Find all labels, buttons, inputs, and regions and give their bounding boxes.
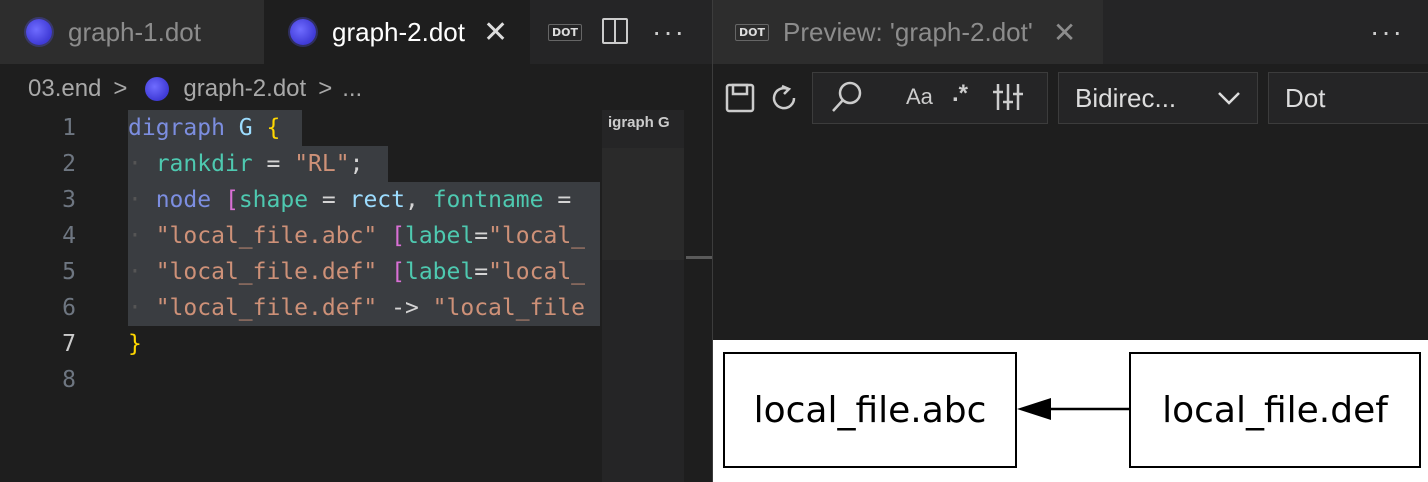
match-case-icon[interactable]: Aa (906, 84, 933, 110)
chevron-right-icon: > (318, 75, 333, 102)
regex-icon[interactable]: .* (952, 80, 968, 108)
chevron-down-icon (1218, 92, 1240, 105)
minimap[interactable]: igraph G (602, 110, 684, 482)
breadcrumb-file[interactable]: graph-2.dot (183, 75, 306, 103)
scrollbar-thumb[interactable] (686, 256, 712, 259)
token-string: "local_ (488, 259, 586, 285)
code-editor[interactable]: 1 digraph G { 2 · rankdir = "RL"; 3 · no… (0, 110, 600, 482)
token-attribute: label (404, 259, 475, 285)
code-line: 8 (0, 362, 600, 398)
line-number: 2 (62, 151, 76, 177)
more-actions-icon[interactable]: ··· (652, 16, 686, 48)
graphviz-file-icon (145, 77, 170, 101)
tab-label: graph-1.dot (68, 16, 201, 47)
graphviz-file-icon (290, 19, 316, 45)
tab-preview[interactable]: DOT Preview: 'graph-2.dot' ✕ (713, 0, 1103, 64)
token-identifier: G (238, 115, 253, 141)
breadcrumb: 03.end > graph-2.dot > ... (0, 64, 712, 114)
token-string: "local_file (432, 295, 585, 321)
graph-preview-canvas[interactable]: local_file.abc local_file.def (713, 340, 1428, 482)
direction-select[interactable]: Bidirec... (1058, 72, 1258, 124)
chevron-right-icon: > (113, 75, 128, 102)
close-icon[interactable]: ✕ (1053, 16, 1076, 49)
token-attribute: fontname (432, 187, 544, 213)
token-string: "local_file.def" (155, 259, 378, 285)
token-string: "local_ (488, 223, 586, 249)
code-line: 6 · "local_file.def" -> "local_file (0, 290, 600, 326)
minimap-slider[interactable] (602, 148, 684, 260)
graph-node-def[interactable]: local_file.def (1129, 352, 1421, 468)
token-bracket: [ (391, 223, 405, 249)
direction-select-value: Bidirec... (1075, 82, 1177, 113)
tab-label: Preview: 'graph-2.dot' (783, 16, 1033, 47)
token-bracket: [ (391, 259, 405, 285)
token-bracket: [ (224, 187, 239, 213)
save-icon[interactable] (724, 82, 756, 114)
line-number: 8 (62, 367, 76, 393)
open-preview-button[interactable]: DOT (548, 24, 582, 41)
search-icon[interactable] (830, 80, 864, 114)
graph-node-abc[interactable]: local_file.abc (723, 352, 1017, 468)
graph-edge-arrow (1017, 398, 1129, 420)
line-number: 6 (62, 295, 76, 321)
line-number: 7 (62, 331, 76, 357)
code-line: 7 } (0, 326, 600, 362)
token-value: rect (349, 187, 405, 213)
breadcrumb-symbol[interactable]: ... (342, 75, 362, 103)
line-number: 5 (62, 259, 76, 285)
token-bracket: } (128, 331, 142, 357)
code-line: 1 digraph G { (0, 110, 600, 146)
tab-label: graph-2.dot (332, 16, 465, 47)
tab-graph-1[interactable]: graph-1.dot (0, 0, 264, 64)
token-string: "RL" (294, 151, 350, 177)
token-string: "local_file.abc" (155, 223, 378, 249)
token-attribute: shape (238, 187, 309, 213)
refresh-icon[interactable] (768, 82, 800, 114)
close-icon[interactable]: ✕ (483, 15, 508, 50)
token-string: "local_file.def" (155, 295, 378, 321)
token-attribute: label (404, 223, 475, 249)
engine-select-value: Dot (1285, 82, 1326, 113)
token-attribute: rankdir (155, 151, 253, 177)
line-number: 1 (62, 115, 76, 141)
split-editor-icon[interactable] (602, 18, 628, 44)
dot-file-icon: DOT (735, 23, 769, 41)
graphviz-file-icon (26, 19, 52, 45)
token-keyword: digraph (128, 115, 225, 141)
more-actions-icon[interactable]: ··· (1370, 16, 1404, 48)
code-line: 2 · rankdir = "RL"; (0, 146, 600, 182)
line-number: 3 (62, 187, 76, 213)
line-number: 4 (62, 223, 76, 249)
token-keyword: node (155, 187, 212, 213)
filter-settings-icon[interactable] (992, 82, 1024, 112)
minimap-preview-text: igraph G (608, 114, 670, 131)
code-line: 3 · node [shape = rect, fontname = (0, 182, 600, 218)
engine-select[interactable]: Dot (1268, 72, 1428, 124)
breadcrumb-folder[interactable]: 03.end (28, 75, 101, 103)
code-line: 4 · "local_file.abc" [label="local_ (0, 218, 600, 254)
token-bracket: { (266, 115, 281, 141)
tab-graph-2[interactable]: graph-2.dot ✕ (264, 0, 530, 64)
code-line: 5 · "local_file.def" [label="local_ (0, 254, 600, 290)
